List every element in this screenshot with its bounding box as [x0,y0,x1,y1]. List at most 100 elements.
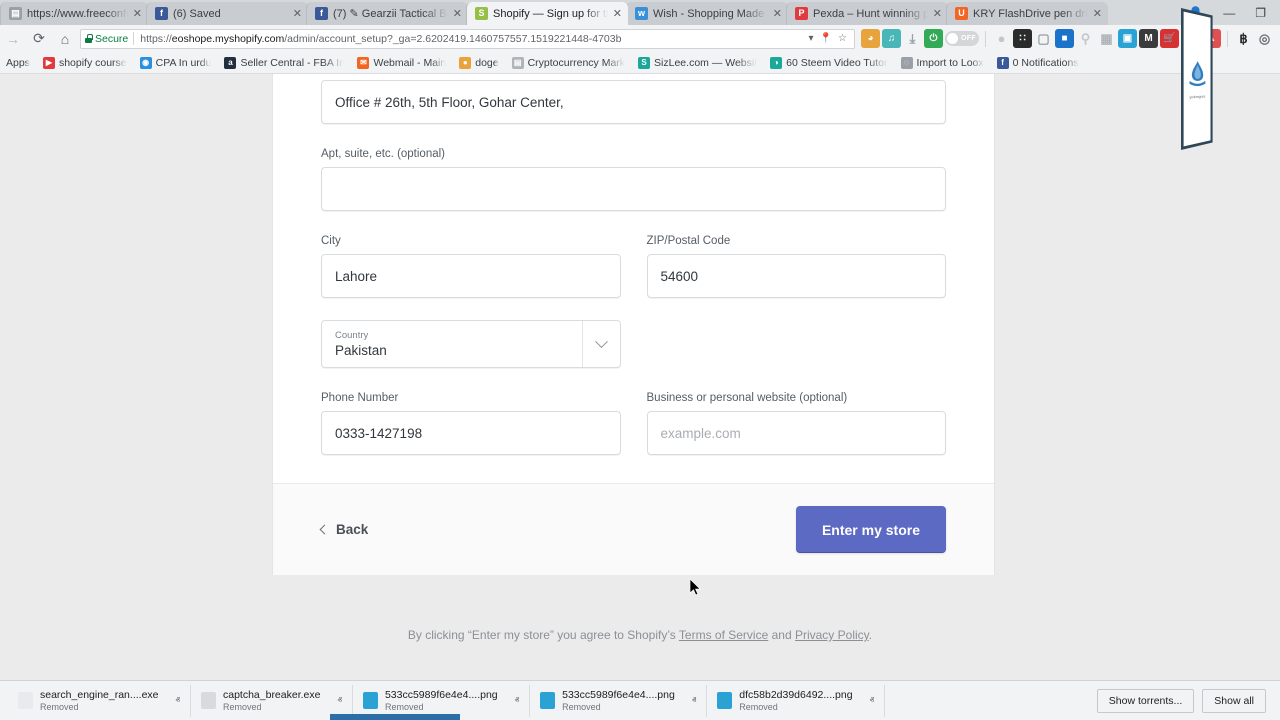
chevron-down-icon[interactable] [581,321,620,367]
address-bar[interactable]: Secure https://eoshope.myshopify.com/adm… [80,28,855,49]
steem-icon: ◑ [770,56,783,69]
city-zip-row: City Lahore ZIP/Postal Code 54600 [321,235,946,298]
chevron-down-icon[interactable]: ▾ [806,33,817,44]
browser-toolbar: → ⟳ ⌂ Secure https://eoshope.myshopify.c… [0,25,1280,52]
download-item[interactable]: 533cc5989f6e4e4....png Removed ⱏ [530,684,708,717]
bookmark-label: 60 Steem Video Tutor [786,56,888,69]
bookmark-item[interactable]: S SizLee.com — Websit [632,55,763,71]
globe-extension-icon[interactable]: ● [992,29,1011,48]
back-icon[interactable]: → [0,31,26,47]
chevron-up-icon[interactable]: ⱏ [176,695,180,706]
bookmark-item[interactable]: ✉ Webmail - Main [351,55,452,71]
close-icon[interactable]: ✕ [933,7,942,20]
phone-label: Phone Number [321,392,399,404]
address-input[interactable]: Office # 26th, 5th Floor, Gohar Center, [321,80,946,124]
enter-my-store-button[interactable]: Enter my store [795,506,946,553]
tab-strip: ▤ https://www.freeconfere ✕ f (6) Saved ✕ f (7)… [0,0,1280,25]
city-input[interactable]: Lahore [321,254,621,298]
bookmark-item[interactable]: ▤ Cryptocurrency Mark [506,55,631,71]
browser-tab[interactable]: S Shopify — Sign up for th ✕ [466,2,628,25]
bookmark-label: Apps [6,56,30,69]
download-item[interactable]: 533cc5989f6e4e4....png Removed ⱏ [353,684,531,717]
browser-tab[interactable]: U KRY FlashDrive pen drive ✕ [946,2,1108,25]
browser-tab[interactable]: P Pexda – Hunt winning pr ✕ [786,2,948,25]
bitcoin-extension-icon[interactable]: ฿ [1234,29,1253,48]
bookmark-star-icon[interactable]: ☆ [835,33,850,44]
crypto-icon: ▤ [511,56,524,69]
dots-extension-icon[interactable]: ∷ [1013,29,1032,48]
maximize-button[interactable]: ❐ [1255,6,1266,20]
close-icon[interactable]: ✕ [453,7,462,20]
browser-tab[interactable]: w Wish - Shopping Made F ✕ [626,2,788,25]
facebook-icon: f [315,7,328,20]
back-button[interactable]: Back [319,522,368,537]
reload-icon[interactable]: ⟳ [26,30,52,47]
save-password-icon[interactable]: 📍 [817,33,835,44]
power-extension-icon[interactable]: ⏻ [924,29,943,48]
bookmark-label: CPA In urdu [155,56,212,69]
city-field-group: City Lahore [321,235,621,298]
download-text: 533cc5989f6e4e4....png Removed [562,689,675,712]
bookmark-item[interactable]: a Seller Central - FBA In [218,55,350,71]
phone-input[interactable]: 0333-1427198 [321,411,621,455]
minimize-button[interactable]: — [1223,6,1235,20]
mailtrack-extension-icon[interactable]: M [1139,29,1158,48]
close-icon[interactable]: ✕ [773,7,782,20]
website-input[interactable]: example.com [646,411,946,455]
download-extension-icon[interactable]: ⤓ [903,29,922,48]
calendar-extension-icon[interactable]: ▦ [1097,29,1116,48]
chevron-up-icon[interactable]: ⱏ [337,695,341,706]
screen-recorder-webcam-overlay[interactable]: yndimgres [1181,8,1213,150]
chevron-up-icon[interactable]: ⱏ [692,695,696,706]
blue-square-extension-icon[interactable]: ■ [1055,29,1074,48]
webmail-icon: ✉ [357,56,370,69]
zip-input[interactable]: 54600 [646,254,946,298]
tab-title: KRY FlashDrive pen drive [973,7,1088,20]
show-torrents-button[interactable]: Show torrents... [1096,688,1195,713]
browser-tab[interactable]: f (7) ✎ Gearzii Tactical Ba ✕ [306,2,468,25]
omnibox-divider [133,32,135,45]
chevron-up-icon[interactable]: ⱏ [515,695,519,706]
bookmark-item[interactable]: ● doge [453,55,504,71]
save-extension-icon[interactable]: ▣ [1118,29,1137,48]
home-icon[interactable]: ⌂ [52,31,78,47]
search-extension-icon[interactable]: ⚲ [1076,29,1095,48]
exe-file-icon [200,692,216,709]
bookmark-item[interactable]: ◉ CPA In urdu [134,55,218,71]
toggle-off-extension[interactable]: OFF [945,31,979,46]
bookmark-item[interactable]: ◌ Import to Loox [895,55,990,71]
bookmark-item[interactable]: Apps [0,55,36,71]
bookmark-item[interactable]: ◑ 60 Steem Video Tutor [764,55,893,71]
close-icon[interactable]: ✕ [133,7,142,20]
pacman-extension-icon[interactable]: ◕ [861,29,880,48]
download-item[interactable]: captcha_breaker.exe Removed ⱏ [191,684,353,717]
download-filename: captcha_breaker.exe [222,689,321,701]
close-icon[interactable]: ✕ [613,7,622,20]
download-text: captcha_breaker.exe Removed [223,689,320,712]
download-status: Removed [40,702,79,712]
headphones-extension-icon[interactable]: ♫ [882,29,901,48]
account-setup-card: Office # 26th, 5th Floor, Gohar Center, … [272,74,995,575]
close-icon[interactable]: ✕ [1093,7,1102,20]
bookmark-label: Cryptocurrency Mark [527,56,626,69]
browser-tab[interactable]: f (6) Saved ✕ [146,2,308,25]
close-icon[interactable]: ✕ [293,7,302,20]
camera-extension-icon[interactable]: ◎ [1255,29,1274,48]
taskbar-peek [330,714,460,720]
country-select[interactable]: Country Pakistan [321,320,621,368]
legal-middle: and [768,628,795,642]
bookmark-item[interactable]: f0 Notifications [991,55,1085,71]
download-item[interactable]: search_engine_ran....exe Removed ⱏ [8,684,191,717]
apt-input[interactable] [321,167,946,211]
bookmark-item[interactable]: ▶ shopify course [37,55,133,71]
show-all-button[interactable]: Show all [1202,688,1266,713]
terms-of-service-link[interactable]: Terms of Service [679,628,768,642]
cart-extension-icon[interactable]: 🛒 [1160,29,1179,48]
download-item[interactable]: dfc58b2d39d6492....png Removed ⱏ [707,684,886,717]
bookmark-label: SizLee.com — Websit [654,56,758,69]
browser-tab[interactable]: ▤ https://www.freeconfere ✕ [0,2,148,25]
privacy-policy-link[interactable]: Privacy Policy [795,628,869,642]
pocket-extension-icon[interactable]: ▢ [1034,29,1053,48]
chevron-up-icon[interactable]: ⱏ [870,695,874,706]
download-filename: search_engine_ran....exe [40,689,159,701]
